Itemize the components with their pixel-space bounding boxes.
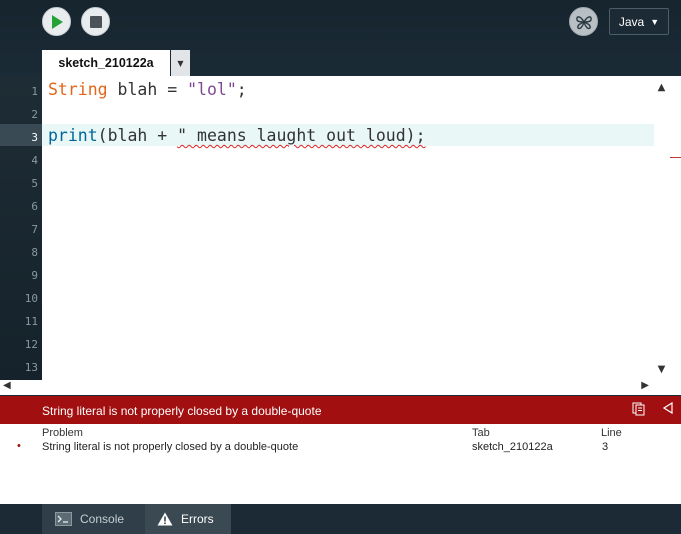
column-header-problem[interactable]: Problem [42,427,83,439]
tab-cell: sketch_210122a [472,441,553,453]
code-line-1: String blah = "lol"; [48,79,247,101]
tab-sketch[interactable]: sketch_210122a [42,50,170,76]
stop-icon [89,15,102,28]
code-token: blah = [107,80,188,99]
debugger-button[interactable] [569,7,598,36]
chevron-down-icon[interactable]: ▼ [654,364,669,375]
column-header-tab[interactable]: Tab [472,427,490,439]
tab-menu-button[interactable]: ▼ [171,50,190,76]
line-number: 8 [31,246,38,259]
line-number: 3 [31,131,38,144]
error-status-bar: String literal is not properly closed by… [0,396,681,424]
line-number: 5 [31,177,38,190]
mode-selector[interactable]: Java ▼ [609,8,669,35]
butterfly-icon [575,15,592,29]
console-icon [55,512,72,526]
line-number: 4 [31,154,38,167]
code-token: ; [236,80,247,99]
errors-table: Problem Tab Line • String literal is not… [0,424,681,504]
code-editor[interactable]: String blah = "lol"; print(blah + " mean… [42,76,654,380]
line-cell: 3 [602,441,609,453]
line-number: 11 [24,315,38,328]
bottom-tab-bar: Console Errors [0,504,681,534]
tab-console-label: Console [80,512,125,526]
tab-errors[interactable]: Errors [145,504,231,534]
error-bullet-icon: • [17,440,21,452]
collapse-icon[interactable] [662,401,673,417]
line-number: 7 [31,223,38,236]
triangle-down-icon: ▼ [177,58,184,68]
line-number: 6 [31,200,38,213]
tab-console[interactable]: Console [42,504,145,534]
error-token: " means laught out loud); [177,126,426,145]
error-message: String literal is not properly closed by… [42,404,322,418]
scrollbar-corner [654,380,681,395]
tab-errors-label: Errors [181,512,214,526]
line-number: 9 [31,269,38,282]
chevron-up-icon[interactable]: ▲ [654,82,669,93]
table-row[interactable]: • String literal is not properly closed … [0,440,681,456]
warning-icon [157,512,173,526]
vertical-scrollbar[interactable]: ▲ ▼ [654,76,681,380]
chevron-left-icon[interactable]: ◀ [3,380,11,391]
line-gutter: 1 2 3 4 5 6 7 8 9 10 11 12 13 [0,76,42,380]
column-header-line[interactable]: Line [601,427,622,439]
toolbar: Java ▼ sketch_210122a ▼ [0,0,681,76]
play-icon [51,14,63,29]
code-line-3: print(blah + " means laught out loud); [48,125,426,147]
tab-label: sketch_210122a [58,56,154,70]
stop-button[interactable] [81,7,110,36]
type-token: String [48,80,108,99]
horizontal-scrollbar[interactable]: ◀ ▶ [0,380,654,395]
line-number: 2 [31,108,38,121]
mode-label: Java [618,14,645,29]
string-token: "lol" [187,80,237,99]
code-token: (blah + [97,126,178,145]
copy-icon[interactable] [632,402,645,419]
line-number: 13 [24,361,38,374]
run-button[interactable] [42,7,71,36]
line-number: 10 [24,292,38,305]
chevron-right-icon[interactable]: ▶ [641,380,649,391]
chevron-down-icon: ▼ [650,16,660,27]
line-number: 1 [31,85,38,98]
problem-cell: String literal is not properly closed by… [42,441,299,453]
line-number: 12 [24,338,38,351]
error-marker[interactable] [670,157,681,158]
function-token: print [48,126,98,145]
